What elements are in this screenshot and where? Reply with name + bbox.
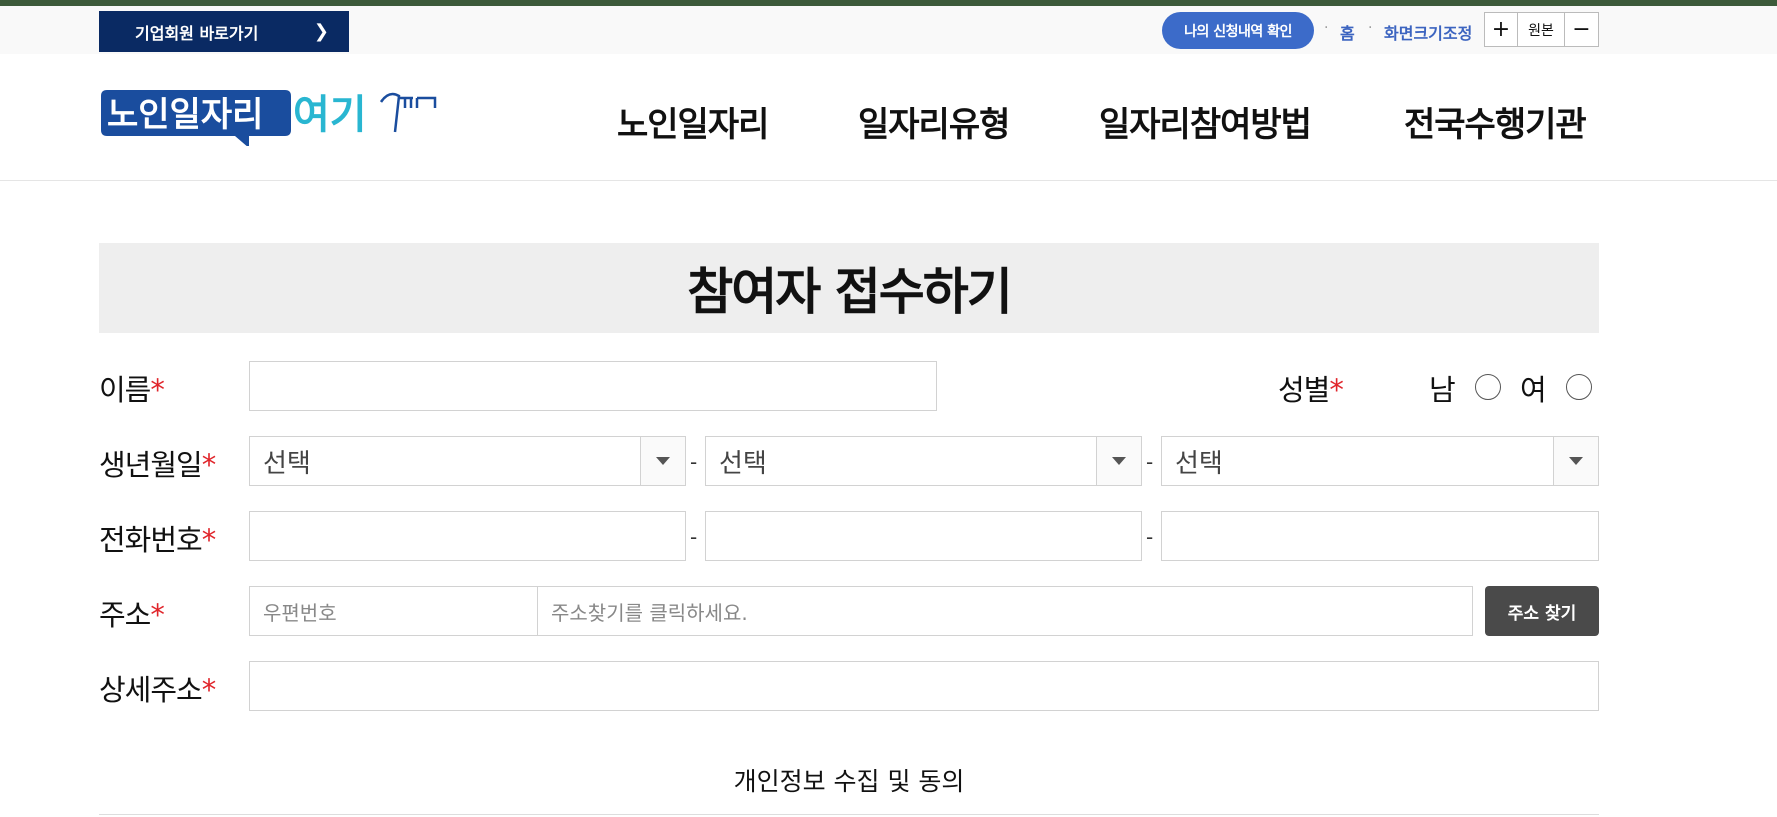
gender-label: 성별* (1278, 373, 1344, 407)
required-mark: * (150, 598, 164, 632)
required-mark: * (1329, 373, 1343, 407)
required-mark: * (150, 373, 164, 407)
site-header: 노인일자리 여기 노인일자리 일자리유형 일자리참여방법 전국수행기관 (0, 54, 1777, 181)
nav-senior-jobs[interactable]: 노인일자리 (617, 97, 769, 146)
consent-section-title: 개인정보 수집 및 동의 (733, 767, 965, 796)
chevron-right-icon: ❯ (313, 21, 329, 42)
required-mark: * (201, 673, 216, 707)
chevron-down-icon (1096, 437, 1141, 485)
required-mark: * (201, 523, 216, 557)
form-title-banner: 참여자 접수하기 (99, 243, 1599, 333)
nav-job-types[interactable]: 일자리유형 (858, 97, 1010, 146)
site-logo[interactable]: 노인일자리 여기 (99, 86, 439, 146)
logo-text-primary: 노인일자리 (107, 95, 263, 135)
zoom-in-button[interactable]: + (1484, 12, 1518, 47)
zoom-out-button[interactable]: − (1564, 12, 1599, 47)
logo-text-secondary: 여기 (293, 92, 367, 138)
zoom-reset-button[interactable]: 원본 (1517, 12, 1565, 47)
dash-separator: - (690, 525, 698, 549)
gender-female-radio[interactable] (1566, 374, 1592, 400)
gender-female-label: 여 (1520, 373, 1547, 407)
screen-size-label: 화면크기조정 (1384, 24, 1473, 43)
detail-address-input[interactable] (249, 661, 1599, 711)
phone-label: 전화번호* (99, 523, 216, 557)
detail-address-label: 상세주소* (99, 673, 216, 707)
zipcode-input[interactable]: 우편번호 (249, 586, 538, 636)
corporate-member-link[interactable]: 기업회원 바로가기 ❯ (99, 11, 349, 52)
pointing-hand-icon (379, 92, 437, 133)
dash-separator: - (1146, 525, 1154, 549)
birth-month-select[interactable]: 선택 (705, 436, 1142, 486)
address-input[interactable]: 주소찾기를 클릭하세요. (537, 586, 1473, 636)
phone-part2-input[interactable] (705, 511, 1142, 561)
dash-separator: - (690, 450, 698, 474)
name-input[interactable] (249, 361, 937, 411)
utility-bar: 기업회원 바로가기 ❯ 나의 신청내역 확인 · 홈 · 화면크기조정 + 원본… (0, 6, 1777, 55)
chevron-down-icon (1553, 437, 1598, 485)
birth-day-select[interactable]: 선택 (1161, 436, 1599, 486)
birth-year-select[interactable]: 선택 (249, 436, 686, 486)
home-link[interactable]: 홈 (1340, 20, 1355, 44)
required-mark: * (201, 448, 216, 482)
birth-day-value: 선택 (1175, 448, 1223, 479)
corporate-member-label: 기업회원 바로가기 (135, 23, 259, 43)
separator-dot: · (1368, 20, 1373, 36)
gender-male-radio[interactable] (1475, 374, 1501, 400)
gender-male-label: 남 (1429, 373, 1456, 407)
dash-separator: - (1146, 450, 1154, 474)
my-applications-button[interactable]: 나의 신청내역 확인 (1162, 12, 1314, 49)
birth-month-value: 선택 (719, 448, 767, 479)
address-label: 주소* (99, 598, 165, 632)
birth-year-value: 선택 (263, 448, 311, 479)
name-label: 이름* (99, 373, 165, 407)
page-title: 참여자 접수하기 (687, 263, 1012, 321)
phone-part1-input[interactable] (249, 511, 686, 561)
phone-part3-input[interactable] (1161, 511, 1599, 561)
separator-dot: · (1324, 20, 1329, 36)
nav-how-to-apply[interactable]: 일자리참여방법 (1099, 97, 1312, 146)
nav-agencies[interactable]: 전국수행기관 (1404, 97, 1587, 146)
consent-box-top-border (99, 814, 1599, 815)
birthdate-label: 생년월일* (99, 448, 216, 482)
address-search-button[interactable]: 주소 찾기 (1485, 586, 1599, 636)
chevron-down-icon (640, 437, 685, 485)
